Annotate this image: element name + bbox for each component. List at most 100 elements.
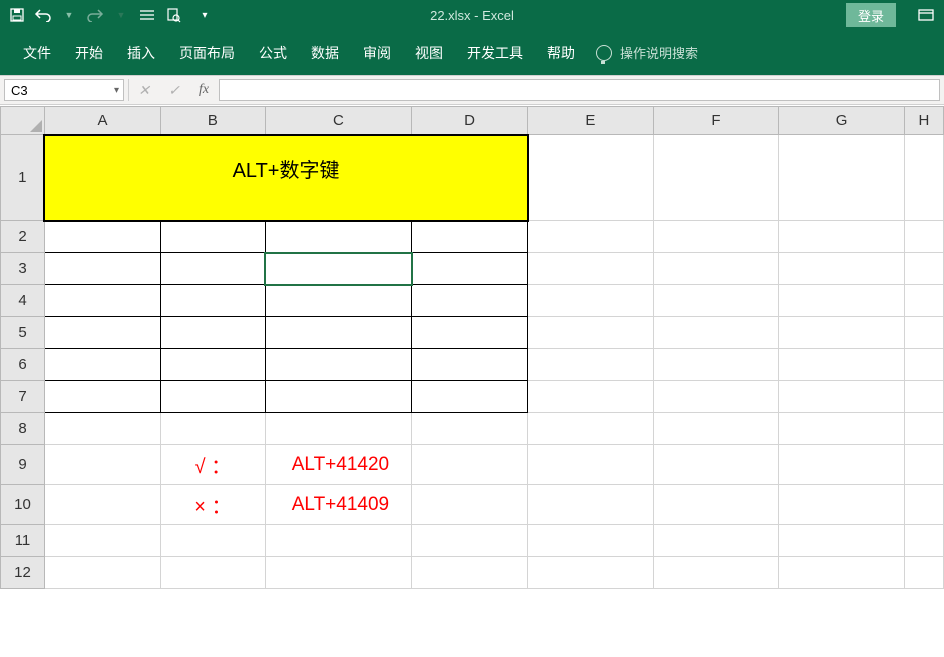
cell[interactable]	[904, 485, 943, 525]
row-header[interactable]: 7	[1, 381, 45, 413]
cell[interactable]	[44, 381, 160, 413]
row-header[interactable]: 5	[1, 317, 45, 349]
save-icon[interactable]	[8, 6, 26, 24]
cell[interactable]	[44, 413, 160, 445]
tab-formula[interactable]: 公式	[248, 37, 298, 69]
tab-review[interactable]: 审阅	[352, 37, 402, 69]
qat-customize-icon[interactable]: ▾	[196, 6, 214, 24]
cell[interactable]	[904, 221, 943, 253]
ribbon-options-icon[interactable]	[908, 0, 944, 30]
cell[interactable]	[904, 557, 943, 589]
cell[interactable]	[528, 525, 654, 557]
cell[interactable]	[160, 557, 265, 589]
cell[interactable]	[904, 445, 943, 485]
cell[interactable]	[528, 381, 654, 413]
cell[interactable]	[653, 557, 779, 589]
cell[interactable]	[653, 349, 779, 381]
cell[interactable]	[265, 557, 411, 589]
cell[interactable]	[653, 285, 779, 317]
cell[interactable]	[44, 221, 160, 253]
cell[interactable]	[653, 381, 779, 413]
cell[interactable]	[412, 557, 528, 589]
cell[interactable]	[160, 221, 265, 253]
cell[interactable]	[779, 445, 905, 485]
row-header[interactable]: 3	[1, 253, 45, 285]
cell[interactable]	[265, 285, 411, 317]
cell[interactable]: ALT+41409	[265, 485, 411, 525]
cell[interactable]	[779, 317, 905, 349]
cell[interactable]	[44, 253, 160, 285]
cell[interactable]	[528, 221, 654, 253]
login-button[interactable]: 登录	[846, 3, 896, 27]
cell[interactable]	[412, 525, 528, 557]
cell[interactable]	[528, 317, 654, 349]
cell[interactable]	[265, 221, 411, 253]
fx-icon[interactable]: fx	[189, 76, 219, 104]
redo-icon[interactable]	[86, 6, 104, 24]
cell[interactable]	[412, 381, 528, 413]
cell[interactable]	[412, 349, 528, 381]
tab-dev[interactable]: 开发工具	[456, 37, 534, 69]
cell[interactable]	[44, 317, 160, 349]
col-header[interactable]: C	[265, 107, 411, 135]
tab-view[interactable]: 视图	[404, 37, 454, 69]
cell[interactable]	[779, 135, 905, 221]
tab-layout[interactable]: 页面布局	[168, 37, 246, 69]
cell[interactable]	[779, 485, 905, 525]
cell[interactable]	[904, 349, 943, 381]
print-preview-icon[interactable]	[164, 6, 182, 24]
cell[interactable]	[779, 253, 905, 285]
cell[interactable]	[160, 253, 265, 285]
cell[interactable]	[653, 485, 779, 525]
row-header[interactable]: 6	[1, 349, 45, 381]
cell[interactable]	[653, 317, 779, 349]
col-header[interactable]: D	[412, 107, 528, 135]
cell[interactable]	[904, 525, 943, 557]
cell[interactable]	[265, 381, 411, 413]
cell[interactable]	[44, 285, 160, 317]
cell-active[interactable]	[265, 253, 411, 285]
cell[interactable]	[904, 317, 943, 349]
cell[interactable]	[528, 413, 654, 445]
cell[interactable]	[44, 525, 160, 557]
select-all-corner[interactable]	[1, 107, 45, 135]
cell[interactable]	[160, 413, 265, 445]
dropdown-icon[interactable]: ▼	[112, 6, 130, 24]
cell[interactable]	[265, 317, 411, 349]
cell[interactable]	[653, 253, 779, 285]
col-header[interactable]: F	[653, 107, 779, 135]
dropdown-icon[interactable]: ▼	[60, 6, 78, 24]
name-box[interactable]: C3	[4, 79, 124, 101]
cell[interactable]	[160, 525, 265, 557]
cell[interactable]	[779, 349, 905, 381]
list-icon[interactable]	[138, 6, 156, 24]
cell-merged-header[interactable]: ALT+数字键	[44, 135, 527, 221]
cell[interactable]	[528, 557, 654, 589]
cell[interactable]	[528, 253, 654, 285]
cell[interactable]	[412, 253, 528, 285]
cell[interactable]	[528, 445, 654, 485]
enter-icon[interactable]: ✓	[159, 76, 189, 104]
row-header[interactable]: 11	[1, 525, 45, 557]
cell[interactable]	[904, 285, 943, 317]
tab-home[interactable]: 开始	[64, 37, 114, 69]
row-header[interactable]: 4	[1, 285, 45, 317]
row-header[interactable]: 1	[1, 135, 45, 221]
cell[interactable]: √ ：	[160, 445, 265, 485]
cell[interactable]	[779, 525, 905, 557]
cancel-icon[interactable]: ✕	[129, 76, 159, 104]
cell[interactable]	[160, 349, 265, 381]
cell[interactable]	[44, 485, 160, 525]
cell[interactable]	[779, 413, 905, 445]
cell[interactable]	[44, 445, 160, 485]
cell[interactable]	[44, 349, 160, 381]
cell[interactable]	[412, 445, 528, 485]
cell[interactable]	[412, 285, 528, 317]
cell[interactable]	[904, 413, 943, 445]
col-header[interactable]: G	[779, 107, 905, 135]
tell-me-search[interactable]: 操作说明搜索	[596, 43, 698, 62]
row-header[interactable]: 12	[1, 557, 45, 589]
tab-file[interactable]: 文件	[12, 37, 62, 69]
tab-help[interactable]: 帮助	[536, 37, 586, 69]
row-header[interactable]: 8	[1, 413, 45, 445]
